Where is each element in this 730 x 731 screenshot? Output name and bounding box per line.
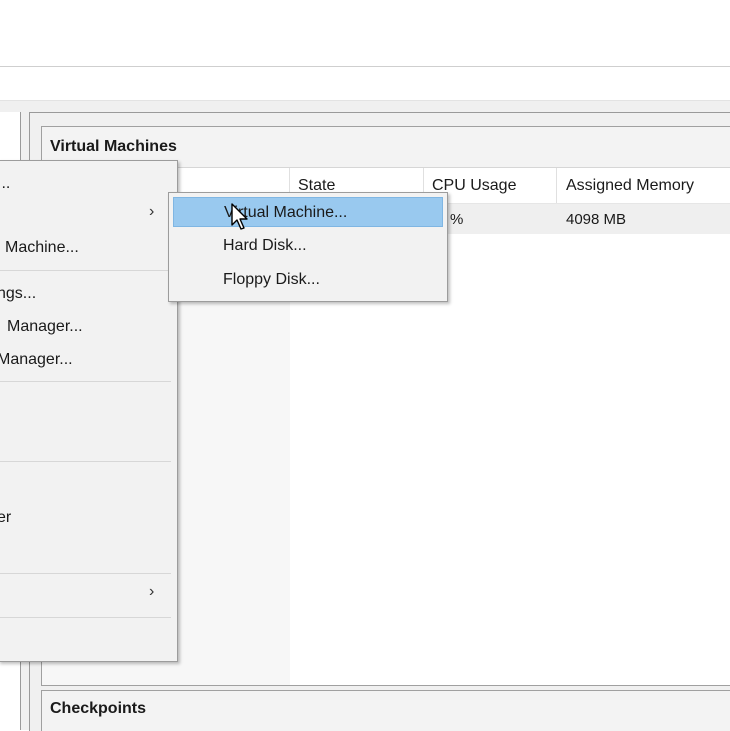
cpu-usage-cell: %	[450, 211, 464, 228]
menu-separator	[0, 573, 171, 574]
menu-item[interactable]: er	[0, 503, 177, 533]
panel-title: Checkpoints	[50, 700, 147, 717]
chevron-right-icon: ›	[149, 203, 155, 220]
menu-separator	[0, 617, 171, 618]
window-top-area	[0, 0, 730, 66]
menu-item-switch-manager[interactable]: Manager...	[0, 312, 177, 342]
menu-separator	[0, 461, 171, 462]
menu-item-settings[interactable]: ngs...	[0, 279, 177, 309]
panel-title: Virtual Machines	[50, 138, 177, 155]
submenu-item-virtual-machine[interactable]: Virtual Machine...	[173, 197, 443, 227]
menu-separator	[0, 381, 171, 382]
chevron-right-icon: ›	[149, 583, 155, 600]
menu-item-view[interactable]: ›	[0, 579, 177, 609]
submenu-item-floppy-disk[interactable]: Floppy Disk...	[173, 265, 443, 295]
mouse-cursor-icon	[231, 203, 248, 230]
context-menu: ... › l Machine... ngs... Manager... Man…	[0, 160, 178, 662]
menu-item[interactable]: ...	[0, 169, 177, 199]
column-header-assigned-memory[interactable]: Assigned Memory	[566, 177, 694, 195]
menu-separator	[0, 270, 171, 271]
menu-item-san-manager[interactable]: Manager...	[0, 345, 177, 375]
assigned-memory-cell: 4098 MB	[566, 211, 627, 228]
new-submenu: Virtual Machine... Hard Disk... Floppy D…	[168, 192, 448, 302]
menu-item-new[interactable]: ›	[0, 199, 177, 229]
checkpoints-panel: Checkpoints	[41, 690, 730, 731]
menu-item[interactable]: .	[0, 423, 177, 453]
menu-item-import-virtual-machine[interactable]: l Machine...	[0, 233, 177, 263]
submenu-item-hard-disk[interactable]: Hard Disk...	[173, 231, 443, 261]
toolbar-area	[0, 67, 730, 100]
column-separator[interactable]	[556, 168, 557, 203]
